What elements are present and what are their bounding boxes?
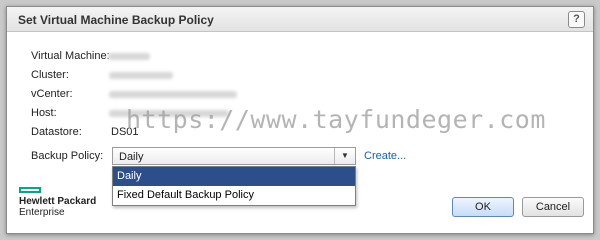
backup-policy-label: Backup Policy: (31, 150, 104, 162)
watermark-text: https://www.tayfundeger.com (126, 105, 546, 134)
dropdown-option-fixed-default[interactable]: Fixed Default Backup Policy (113, 186, 355, 205)
vcenter-label: vCenter: (31, 88, 73, 100)
create-policy-link[interactable]: Create... (364, 150, 406, 162)
chevron-down-icon[interactable]: ▼ (334, 148, 355, 164)
datastore-label: Datastore: (31, 126, 82, 138)
host-label: Host: (31, 107, 57, 119)
vcenter-value-redacted (109, 91, 237, 98)
hpe-logo-icon (19, 187, 41, 193)
virtual-machine-value-redacted (108, 53, 150, 60)
cluster-value-redacted (109, 72, 173, 79)
backup-policy-select[interactable]: Daily ▼ (112, 147, 356, 165)
virtual-machine-label: Virtual Machine: (31, 50, 110, 62)
backup-policy-selected-value: Daily (119, 151, 144, 163)
ok-button[interactable]: OK (452, 197, 514, 217)
backup-policy-dialog: Set Virtual Machine Backup Policy ? Virt… (6, 6, 594, 234)
dropdown-option-daily[interactable]: Daily (113, 167, 355, 186)
hpe-logo-text-line2: Enterprise (19, 207, 65, 218)
hpe-logo-text-line1: Hewlett Packard (19, 196, 97, 207)
help-icon[interactable]: ? (568, 11, 585, 28)
dialog-title: Set Virtual Machine Backup Policy (18, 13, 214, 27)
dialog-titlebar: Set Virtual Machine Backup Policy ? (7, 7, 593, 32)
cluster-label: Cluster: (31, 69, 69, 81)
backup-policy-dropdown: Daily Fixed Default Backup Policy (112, 166, 356, 206)
cancel-button[interactable]: Cancel (522, 197, 584, 217)
